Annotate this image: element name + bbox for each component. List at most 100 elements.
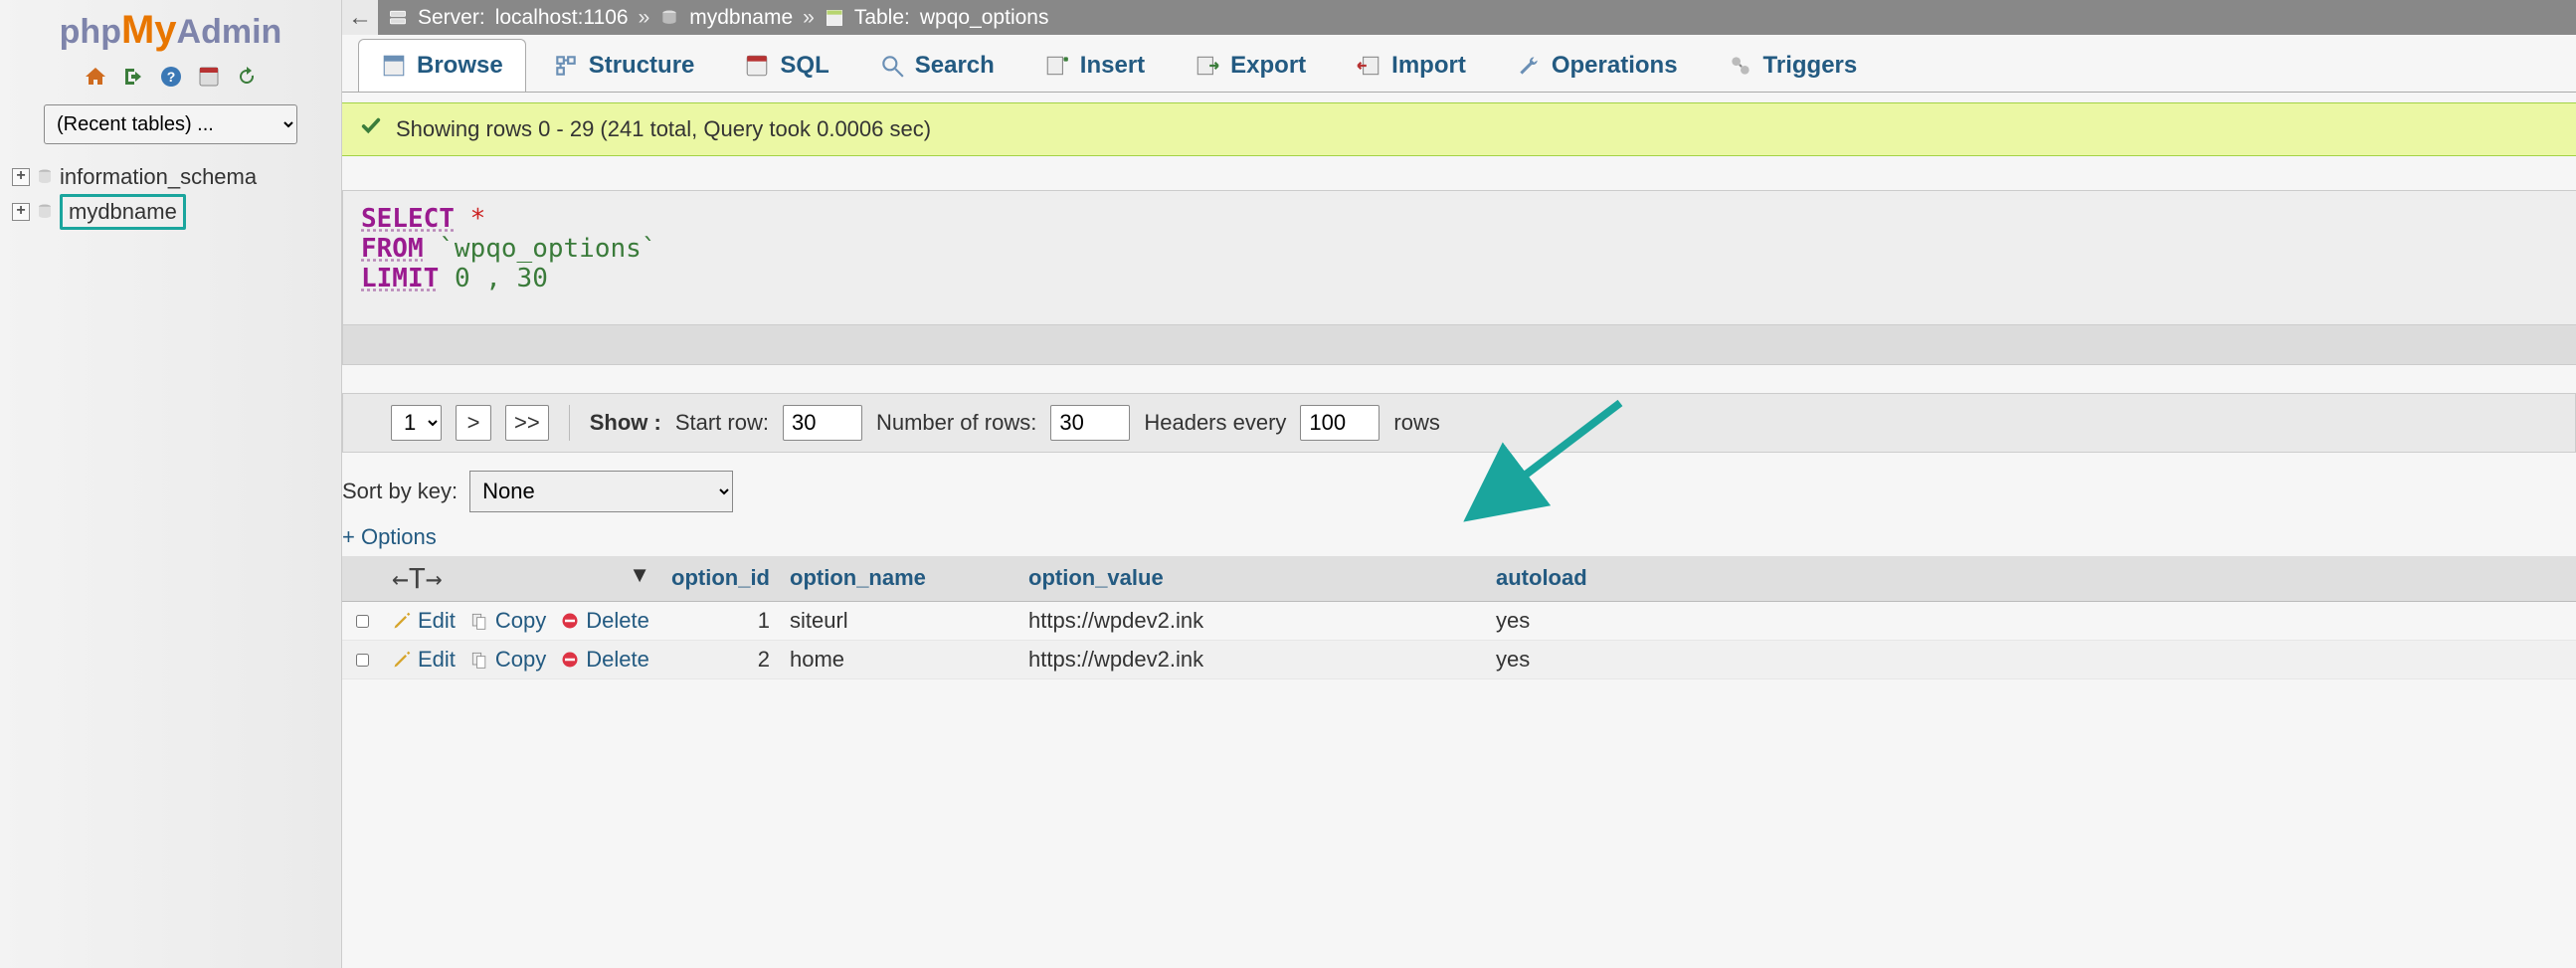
delete-icon <box>560 650 580 670</box>
chevron-down-icon[interactable]: ▼ <box>629 562 650 588</box>
next-page-button[interactable]: > <box>456 405 491 441</box>
delete-link[interactable]: Delete <box>560 608 649 634</box>
logout-icon[interactable] <box>121 65 145 89</box>
edit-link[interactable]: Edit <box>392 608 456 634</box>
numrows-input[interactable] <box>1050 405 1130 441</box>
copy-icon <box>469 650 489 670</box>
layout-toggle[interactable]: ←T→ <box>392 562 443 595</box>
sidebar-toolbar: ? <box>0 65 341 89</box>
col-option-value[interactable]: option_value <box>1028 565 1164 590</box>
search-icon <box>879 53 905 79</box>
results-table: ←T→ ▼ option_id option_name option_value… <box>342 556 2576 680</box>
sql-toolbar <box>343 324 2576 364</box>
col-option-id[interactable]: option_id <box>671 565 770 590</box>
help-icon[interactable]: ? <box>159 65 183 89</box>
startrow-label: Start row: <box>675 410 769 436</box>
cell-option-name: siteurl <box>780 601 1018 641</box>
cell-autoload: yes <box>1486 601 2576 641</box>
tree-row[interactable]: + information_schema <box>12 162 329 192</box>
tab-label: Structure <box>589 52 695 80</box>
tab-operations[interactable]: Operations <box>1493 39 1701 92</box>
numrows-label: Number of rows: <box>876 410 1036 436</box>
sidebar: phpMyAdmin ? (Recent tables) ... + <box>0 0 342 968</box>
breadcrumb-server-label: Server: <box>418 6 485 30</box>
sql-box: SELECT * FROM `wpqo_options` LIMIT 0 , 3… <box>342 190 2576 365</box>
refresh-icon[interactable] <box>235 65 259 89</box>
copy-icon <box>469 611 489 631</box>
last-page-button[interactable]: >> <box>505 405 549 441</box>
database-icon <box>36 199 54 225</box>
database-icon <box>36 164 54 190</box>
browse-icon <box>381 53 407 79</box>
db-name[interactable]: information_schema <box>60 164 257 190</box>
sql-window-icon[interactable] <box>197 65 221 89</box>
app-logo: phpMyAdmin <box>0 0 341 59</box>
cell-option-id: 1 <box>660 601 780 641</box>
database-icon <box>659 8 679 28</box>
recent-tables-select[interactable]: (Recent tables) ... <box>44 104 297 144</box>
tab-label: SQL <box>780 52 828 80</box>
tab-label: Insert <box>1080 52 1145 80</box>
col-option-name[interactable]: option_name <box>790 565 926 590</box>
sql-limit: LIMIT <box>361 264 439 293</box>
logo-my: My <box>121 8 177 52</box>
tab-sql[interactable]: SQL <box>721 39 851 92</box>
col-autoload[interactable]: autoload <box>1496 565 1587 590</box>
table-header-row: ←T→ ▼ option_id option_name option_value… <box>342 556 2576 602</box>
copy-link[interactable]: Copy <box>469 608 546 634</box>
options-toggle[interactable]: + Options <box>342 524 2576 550</box>
tab-insert[interactable]: Insert <box>1021 39 1168 92</box>
show-label: Show : <box>590 410 661 436</box>
db-tree: + information_schema + mydbname <box>0 162 341 232</box>
tab-import[interactable]: Import <box>1333 39 1489 92</box>
home-icon[interactable] <box>84 65 107 89</box>
delete-link[interactable]: Delete <box>560 647 649 673</box>
breadcrumb-sep: » <box>639 6 650 30</box>
sort-select[interactable]: None <box>469 471 733 512</box>
expand-icon[interactable]: + <box>12 203 30 221</box>
copy-link[interactable]: Copy <box>469 647 546 673</box>
tab-export[interactable]: Export <box>1172 39 1329 92</box>
sql-from: FROM <box>361 234 424 264</box>
breadcrumb: ← Server: localhost:1106 » mydbname » Ta… <box>342 0 2576 35</box>
headers-input[interactable] <box>1300 405 1380 441</box>
row-checkbox[interactable] <box>356 654 369 667</box>
breadcrumb-table-label: Table: <box>854 6 910 30</box>
rows-suffix: rows <box>1393 410 1439 436</box>
notice-text: Showing rows 0 - 29 (241 total, Query to… <box>396 116 931 142</box>
operations-icon <box>1516 53 1542 79</box>
breadcrumb-sep: » <box>803 6 815 30</box>
tab-structure[interactable]: Structure <box>530 39 718 92</box>
export-icon <box>1195 53 1220 79</box>
breadcrumb-table[interactable]: wpqo_options <box>920 6 1049 30</box>
tab-browse[interactable]: Browse <box>358 39 526 92</box>
sql-icon <box>744 53 770 79</box>
sort-label: Sort by key: <box>342 479 458 504</box>
table-row: Edit Copy Delete 1 siteurl https://wpdev… <box>342 601 2576 641</box>
insert-icon <box>1044 53 1070 79</box>
tab-label: Search <box>915 52 995 80</box>
tab-label: Export <box>1230 52 1306 80</box>
server-icon <box>388 8 408 28</box>
cell-option-id: 2 <box>660 641 780 679</box>
startrow-input[interactable] <box>783 405 862 441</box>
tab-search[interactable]: Search <box>856 39 1017 92</box>
tab-triggers[interactable]: Triggers <box>1705 39 1881 92</box>
table-row: Edit Copy Delete 2 home https://wpdev2.i… <box>342 641 2576 679</box>
sql-select: SELECT <box>361 204 455 234</box>
page-select[interactable]: 1 <box>391 405 442 441</box>
svg-text:?: ? <box>166 69 175 85</box>
tree-row[interactable]: + mydbname <box>12 192 329 232</box>
logo-admin: Admin <box>177 13 282 51</box>
edit-link[interactable]: Edit <box>392 647 456 673</box>
row-checkbox[interactable] <box>356 615 369 628</box>
back-button[interactable]: ← <box>342 0 378 35</box>
db-name-current[interactable]: mydbname <box>60 194 186 230</box>
tab-bar: Browse Structure SQL Search Insert Expor… <box>342 35 2576 93</box>
expand-icon[interactable]: + <box>12 168 30 186</box>
breadcrumb-db[interactable]: mydbname <box>689 6 793 30</box>
main: ← Server: localhost:1106 » mydbname » Ta… <box>342 0 2576 968</box>
breadcrumb-server[interactable]: localhost:1106 <box>495 6 629 30</box>
headers-label: Headers every <box>1144 410 1286 436</box>
delete-icon <box>560 611 580 631</box>
